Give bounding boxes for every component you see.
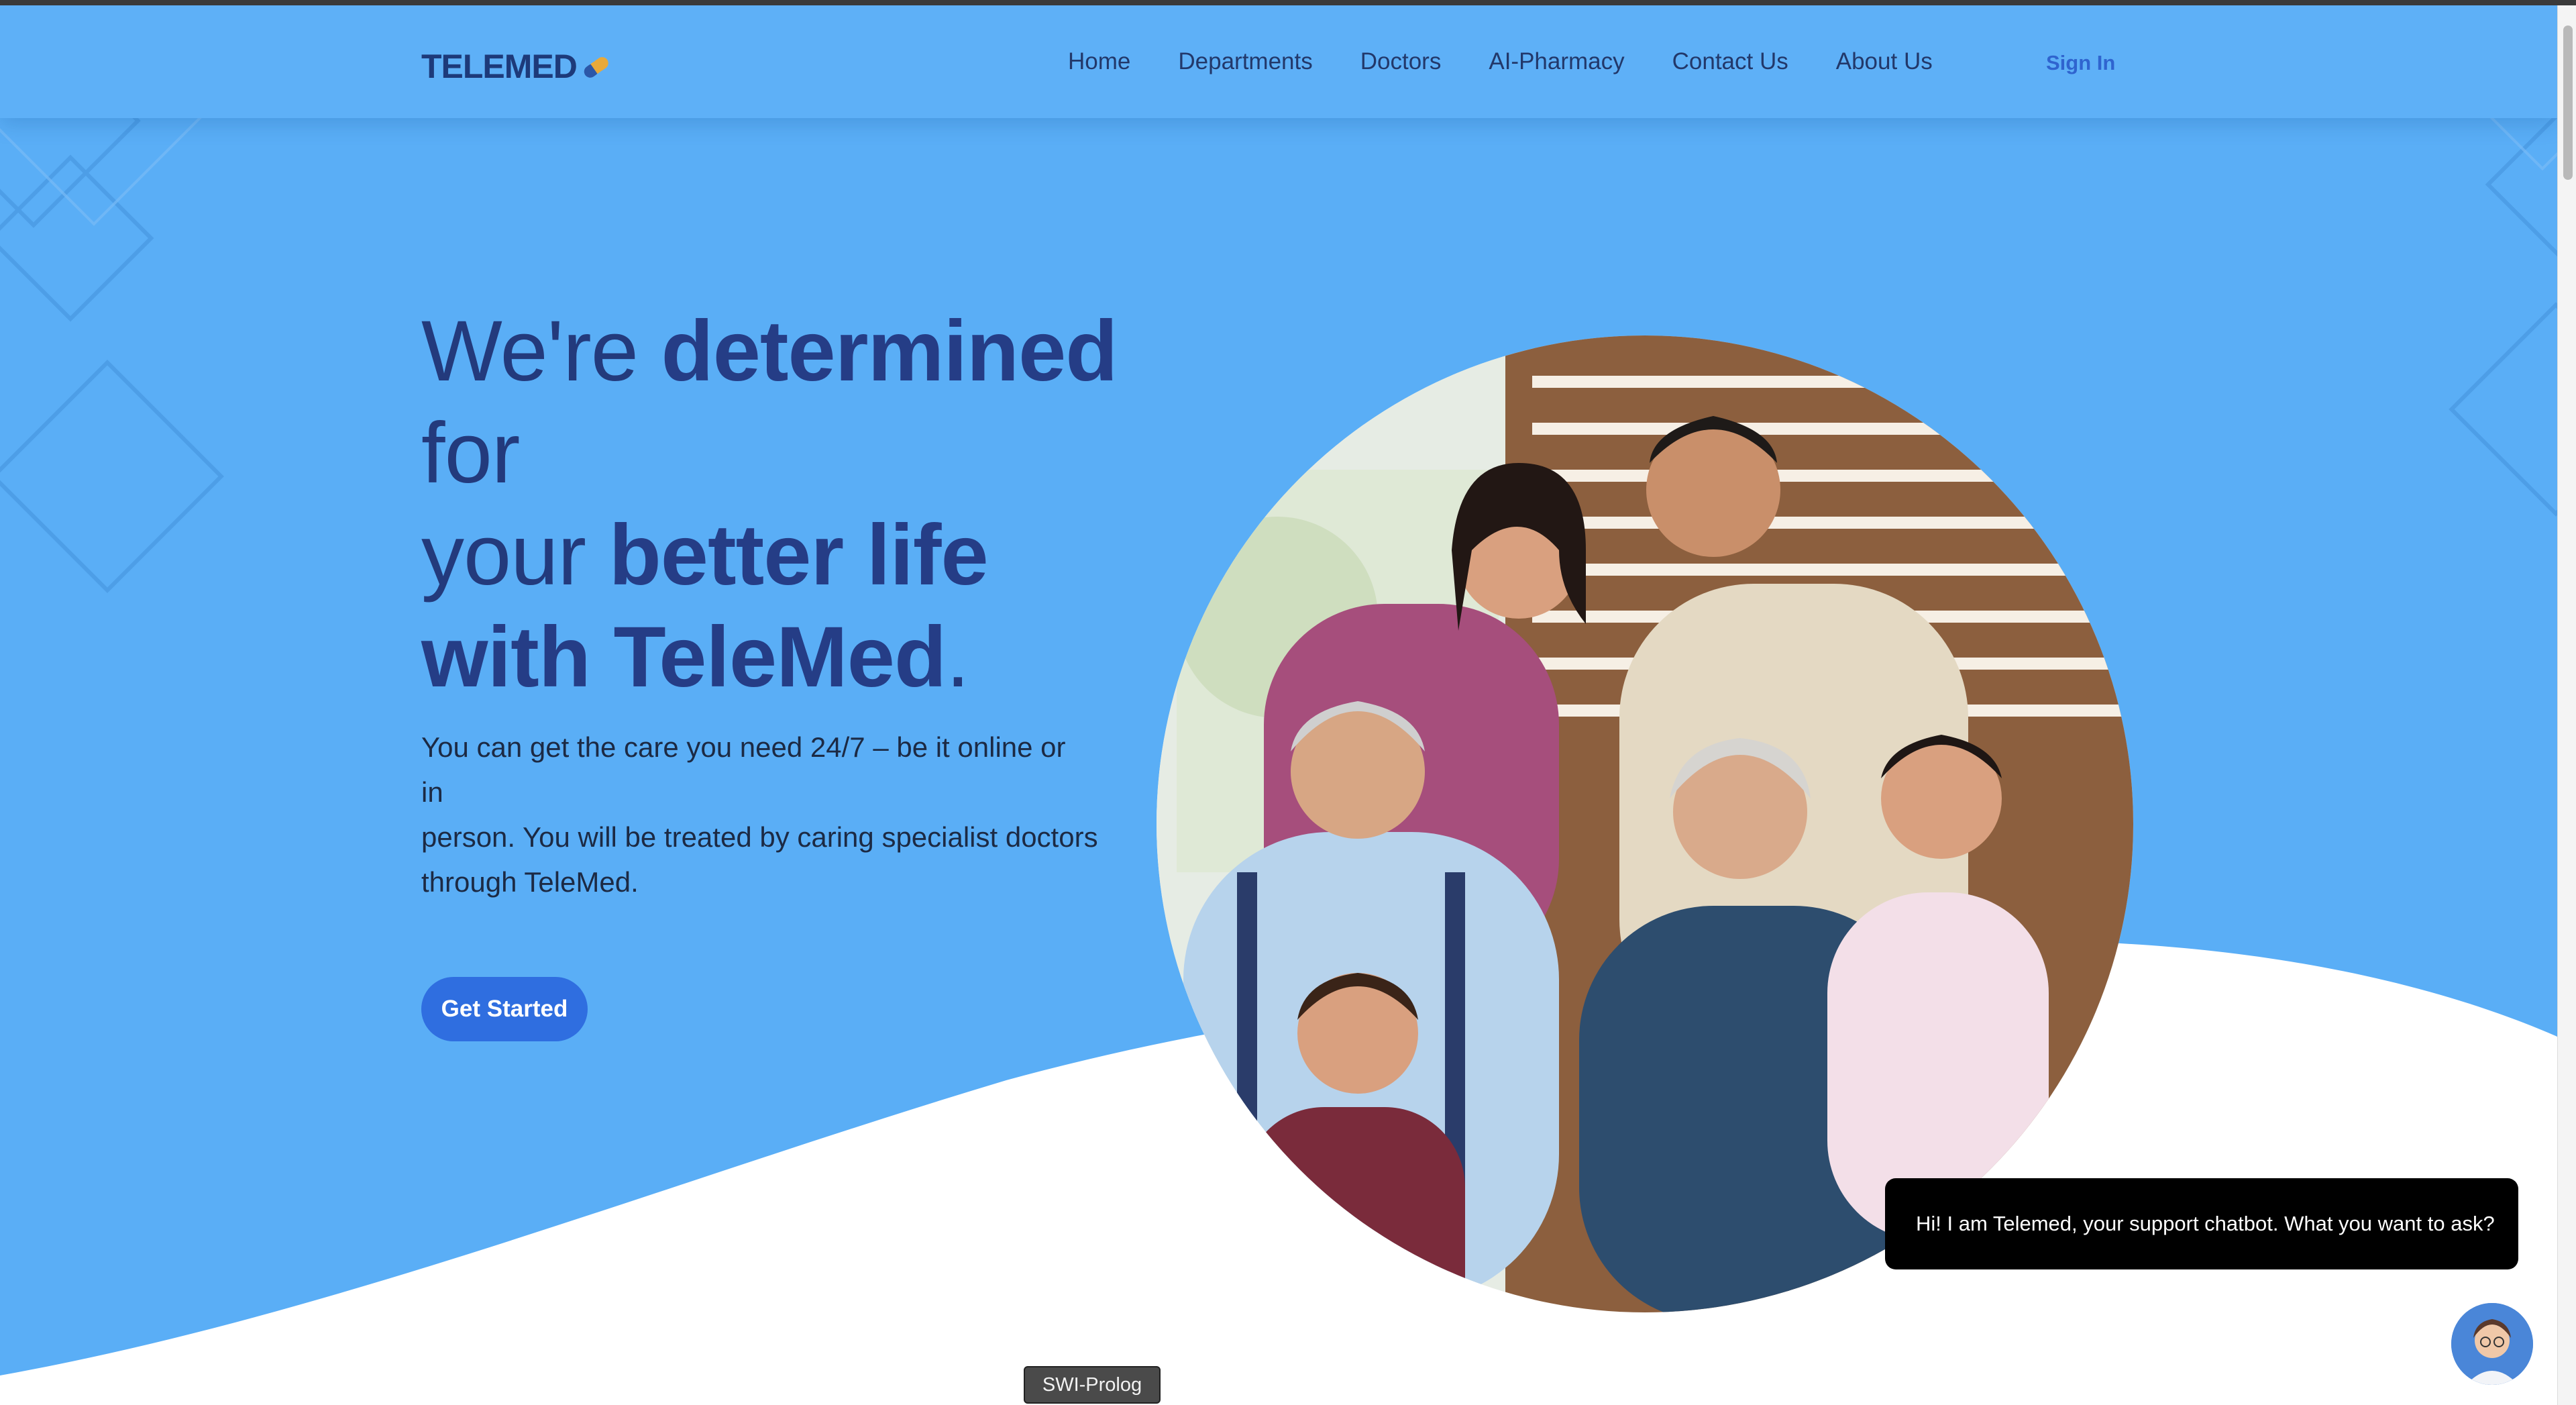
telemed-logo[interactable]: TELEMED	[421, 47, 614, 86]
hero-description-line: person. You will be treated by caring sp…	[421, 821, 1098, 853]
chatbot-message-text: Hi! I am Telemed, your support chatbot. …	[1916, 1212, 2495, 1235]
nav-about-us[interactable]: About Us	[1836, 48, 1933, 75]
hero-heading-period: .	[946, 609, 970, 705]
hero-heading-light-1: We're	[421, 303, 661, 399]
chatbot-message: Hi! I am Telemed, your support chatbot. …	[1885, 1178, 2518, 1269]
hero-heading-bold-1: determined	[661, 303, 1118, 399]
page-scrollbar[interactable]	[2557, 5, 2576, 1405]
hero-family-photo	[1157, 335, 2133, 1312]
hero-description: You can get the care you need 24/7 – be …	[421, 725, 1119, 904]
hero-heading-light-2: for	[421, 405, 520, 501]
hero-heading: We're determined for your better life wi…	[421, 301, 1159, 709]
main-nav: Home Departments Doctors AI-Pharmacy Con…	[1068, 48, 1933, 75]
chatbot-avatar-illustration	[2451, 1303, 2533, 1385]
nav-contact-us[interactable]: Contact Us	[1672, 48, 1788, 75]
get-started-button[interactable]: Get Started	[421, 977, 588, 1041]
nav-home[interactable]: Home	[1068, 48, 1130, 75]
hero-description-line: through TeleMed.	[421, 866, 639, 898]
capsule-icon	[584, 57, 608, 78]
doctor-avatar-icon[interactable]	[2451, 1303, 2533, 1385]
hero-heading-bold-4: with TeleMed	[421, 609, 947, 705]
browser-top-edge	[0, 0, 2576, 5]
nav-doctors[interactable]: Doctors	[1360, 48, 1442, 75]
hero-heading-bold-3: better life	[608, 507, 989, 603]
site-header: TELEMED Home Departments Doctors AI-Phar…	[0, 5, 2557, 118]
nav-departments[interactable]: Departments	[1178, 48, 1312, 75]
swi-prolog-tooltip: SWI-Prolog	[1024, 1366, 1161, 1404]
logo-text: TELEMED	[421, 48, 578, 85]
sign-in-link[interactable]: Sign In	[2046, 51, 2115, 75]
nav-ai-pharmacy[interactable]: AI-Pharmacy	[1489, 48, 1624, 75]
hero-description-line: in	[421, 776, 443, 808]
hero-description-line: You can get the care you need 24/7 – be …	[421, 731, 1066, 763]
hero-heading-light-3: your	[421, 507, 609, 603]
scrollbar-thumb[interactable]	[2563, 25, 2573, 180]
family-photo-illustration	[1157, 335, 2133, 1312]
